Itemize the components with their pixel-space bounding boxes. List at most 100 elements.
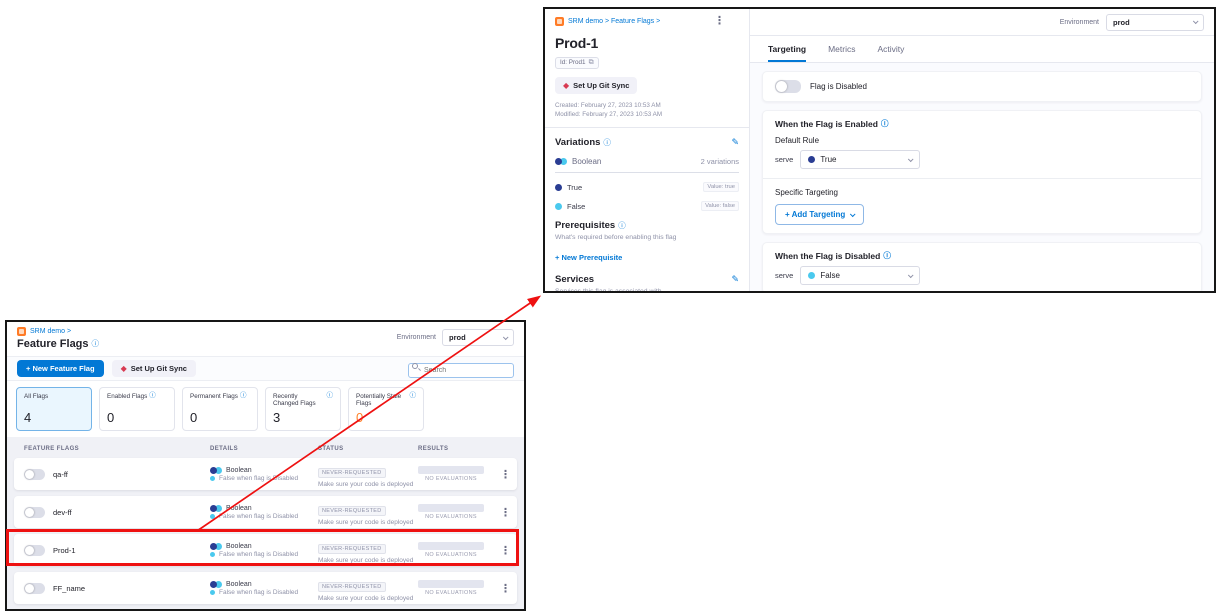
- screenshot-canvas: SRM demo > Feature Flags > ⋮ Prod-1 Id: …: [0, 0, 1224, 616]
- flag-state-card: Flag is Disabled: [762, 71, 1202, 102]
- harness-logo-icon: [555, 17, 564, 26]
- flag-rows: qa-ffBooleanFalse when flag is DisabledN…: [7, 455, 524, 610]
- stat-label: All Flags: [24, 393, 48, 400]
- flag-toggle[interactable]: [24, 545, 45, 556]
- chevron-down-icon: [1193, 18, 1199, 24]
- list-breadcrumb[interactable]: SRM demo >: [30, 328, 71, 335]
- stat-card-permanent-flags[interactable]: Permanent Flagsⓘ 0: [182, 387, 258, 431]
- stat-label: Permanent Flags: [190, 393, 238, 400]
- flag-toggle[interactable]: [24, 507, 45, 518]
- chevron-down-icon: [908, 156, 914, 162]
- git-sync-label: Set Up Git Sync: [131, 364, 187, 373]
- stat-value: 0: [190, 410, 250, 425]
- variation-name: True: [567, 183, 582, 192]
- add-targeting-button[interactable]: + Add Targeting: [775, 204, 864, 225]
- prerequisites-description: What's required before enabling this fla…: [555, 234, 739, 241]
- column-header-results: RESULTS: [418, 446, 500, 452]
- flag-name: dev-ff: [53, 508, 72, 517]
- kebab-menu-icon[interactable]: ⋮: [714, 16, 725, 27]
- environment-select[interactable]: prod: [442, 329, 514, 346]
- git-sync-diamond-icon: ◆: [563, 82, 569, 90]
- git-sync-button[interactable]: ◆ Set Up Git Sync: [112, 360, 196, 377]
- flag-row-prod-1[interactable]: Prod-1BooleanFalse when flag is Disabled…: [14, 534, 517, 566]
- edit-variations-icon[interactable]: ✎: [731, 138, 739, 147]
- environment-select[interactable]: prod: [1106, 14, 1204, 31]
- results-bar: [418, 580, 484, 588]
- disabled-serve-select[interactable]: False: [800, 266, 920, 285]
- flag-type-label: Boolean: [226, 505, 252, 512]
- row-kebab-menu-icon[interactable]: ⋮: [500, 507, 511, 519]
- search-input[interactable]: [408, 363, 514, 378]
- stat-card-enabled-flags[interactable]: Enabled Flagsⓘ0: [99, 387, 175, 431]
- boolean-type-icon: [210, 581, 222, 588]
- git-sync-button[interactable]: ◆ Set Up Git Sync: [555, 77, 637, 94]
- stat-value: 3: [273, 410, 333, 425]
- stat-label: Potentially Stale Flags: [356, 393, 408, 407]
- variation-name: False: [567, 202, 585, 211]
- flag-row-dev-ff[interactable]: dev-ffBooleanFalse when flag is Disabled…: [14, 496, 517, 528]
- info-icon[interactable]: ⓘ: [881, 120, 889, 128]
- stat-label: Enabled Flags: [107, 393, 147, 400]
- stats-row: All Flags4Enabled Flagsⓘ0Permanent Flags…: [7, 381, 524, 437]
- prerequisites-heading: Prerequisites: [555, 220, 615, 231]
- when-enabled-card: When the Flag is Enabled ⓘ Default Rule …: [762, 110, 1202, 234]
- rule-color-dot: [210, 514, 215, 519]
- specific-targeting-label: Specific Targeting: [775, 188, 1189, 197]
- results-label: NO EVALUATIONS: [418, 552, 484, 558]
- tab-activity[interactable]: Activity: [877, 36, 904, 62]
- modified-date: Modified: February 27, 2023 10:53 AM: [555, 111, 739, 118]
- row-kebab-menu-icon[interactable]: ⋮: [500, 545, 511, 557]
- copy-icon[interactable]: ⧉: [589, 59, 594, 67]
- boolean-type-icon: [210, 543, 222, 550]
- stat-value: 4: [24, 410, 84, 425]
- new-prerequisite-link[interactable]: + New Prerequisite: [555, 253, 622, 262]
- true-variation-dot: [808, 156, 815, 163]
- tab-metrics[interactable]: Metrics: [828, 36, 855, 62]
- stat-card-all-flags[interactable]: All Flags 4: [16, 387, 92, 431]
- search-icon: [412, 363, 418, 369]
- stat-card-potentially-stale-flags[interactable]: Potentially Stale Flagsⓘ0: [348, 387, 424, 431]
- info-icon[interactable]: ⓘ: [883, 252, 891, 260]
- environment-label: Environment: [1060, 19, 1099, 26]
- info-icon[interactable]: ⓘ: [240, 393, 247, 400]
- when-disabled-heading: When the Flag is Disabled: [775, 251, 880, 261]
- results-bar: [418, 504, 484, 512]
- results-label: NO EVALUATIONS: [418, 476, 484, 482]
- flag-name: FF_name: [53, 584, 85, 593]
- column-header-feature-flags: FEATURE FLAGS: [24, 446, 210, 452]
- git-sync-diamond-icon: ◆: [121, 365, 127, 373]
- row-kebab-menu-icon[interactable]: ⋮: [500, 469, 511, 481]
- flag-row-ff-name[interactable]: FF_nameBooleanFalse when flag is Disable…: [14, 572, 517, 604]
- info-icon[interactable]: ⓘ: [327, 393, 334, 400]
- info-icon[interactable]: ⓘ: [92, 340, 100, 348]
- variation-count: 2 variations: [701, 157, 739, 166]
- info-icon[interactable]: ⓘ: [410, 393, 417, 400]
- status-text: Make sure your code is deployed: [318, 481, 418, 488]
- detail-tabs: Targeting Metrics Activity: [750, 36, 1214, 63]
- flag-detail-main: Environment prod Targeting Metrics Activit…: [750, 9, 1214, 291]
- flag-name: qa-ff: [53, 470, 68, 479]
- edit-services-icon[interactable]: ✎: [731, 275, 739, 284]
- info-icon[interactable]: ⓘ: [618, 222, 626, 230]
- false-variation-dot: [808, 272, 815, 279]
- flag-row-qa-ff[interactable]: qa-ffBooleanFalse when flag is DisabledN…: [14, 458, 517, 490]
- info-icon[interactable]: ⓘ: [149, 393, 156, 400]
- flag-id-label: Id: Prod1: [560, 59, 586, 66]
- stat-card-recently-changed-flags[interactable]: Recently Changed Flagsⓘ3: [265, 387, 341, 431]
- tab-targeting[interactable]: Targeting: [768, 36, 806, 62]
- flag-toggle[interactable]: [24, 469, 45, 480]
- info-icon[interactable]: ⓘ: [603, 139, 611, 147]
- flag-toggle[interactable]: [24, 583, 45, 594]
- flag-type-label: Boolean: [226, 467, 252, 474]
- detail-breadcrumb[interactable]: SRM demo > Feature Flags >: [568, 18, 660, 25]
- flag-detail-panel: SRM demo > Feature Flags > ⋮ Prod-1 Id: …: [543, 7, 1216, 293]
- status-badge: NEVER-REQUESTED: [318, 582, 386, 592]
- new-feature-flag-button[interactable]: + New Feature Flag: [17, 360, 104, 377]
- variation-color-dot: [555, 184, 562, 191]
- when-disabled-card: When the Flag is Disabled ⓘ serve False: [762, 242, 1202, 291]
- default-rule-serve-select[interactable]: True: [800, 150, 920, 169]
- flag-type-label: Boolean: [226, 543, 252, 550]
- row-kebab-menu-icon[interactable]: ⋮: [500, 583, 511, 595]
- flag-enabled-toggle[interactable]: [775, 80, 801, 93]
- services-heading: Services: [555, 274, 594, 285]
